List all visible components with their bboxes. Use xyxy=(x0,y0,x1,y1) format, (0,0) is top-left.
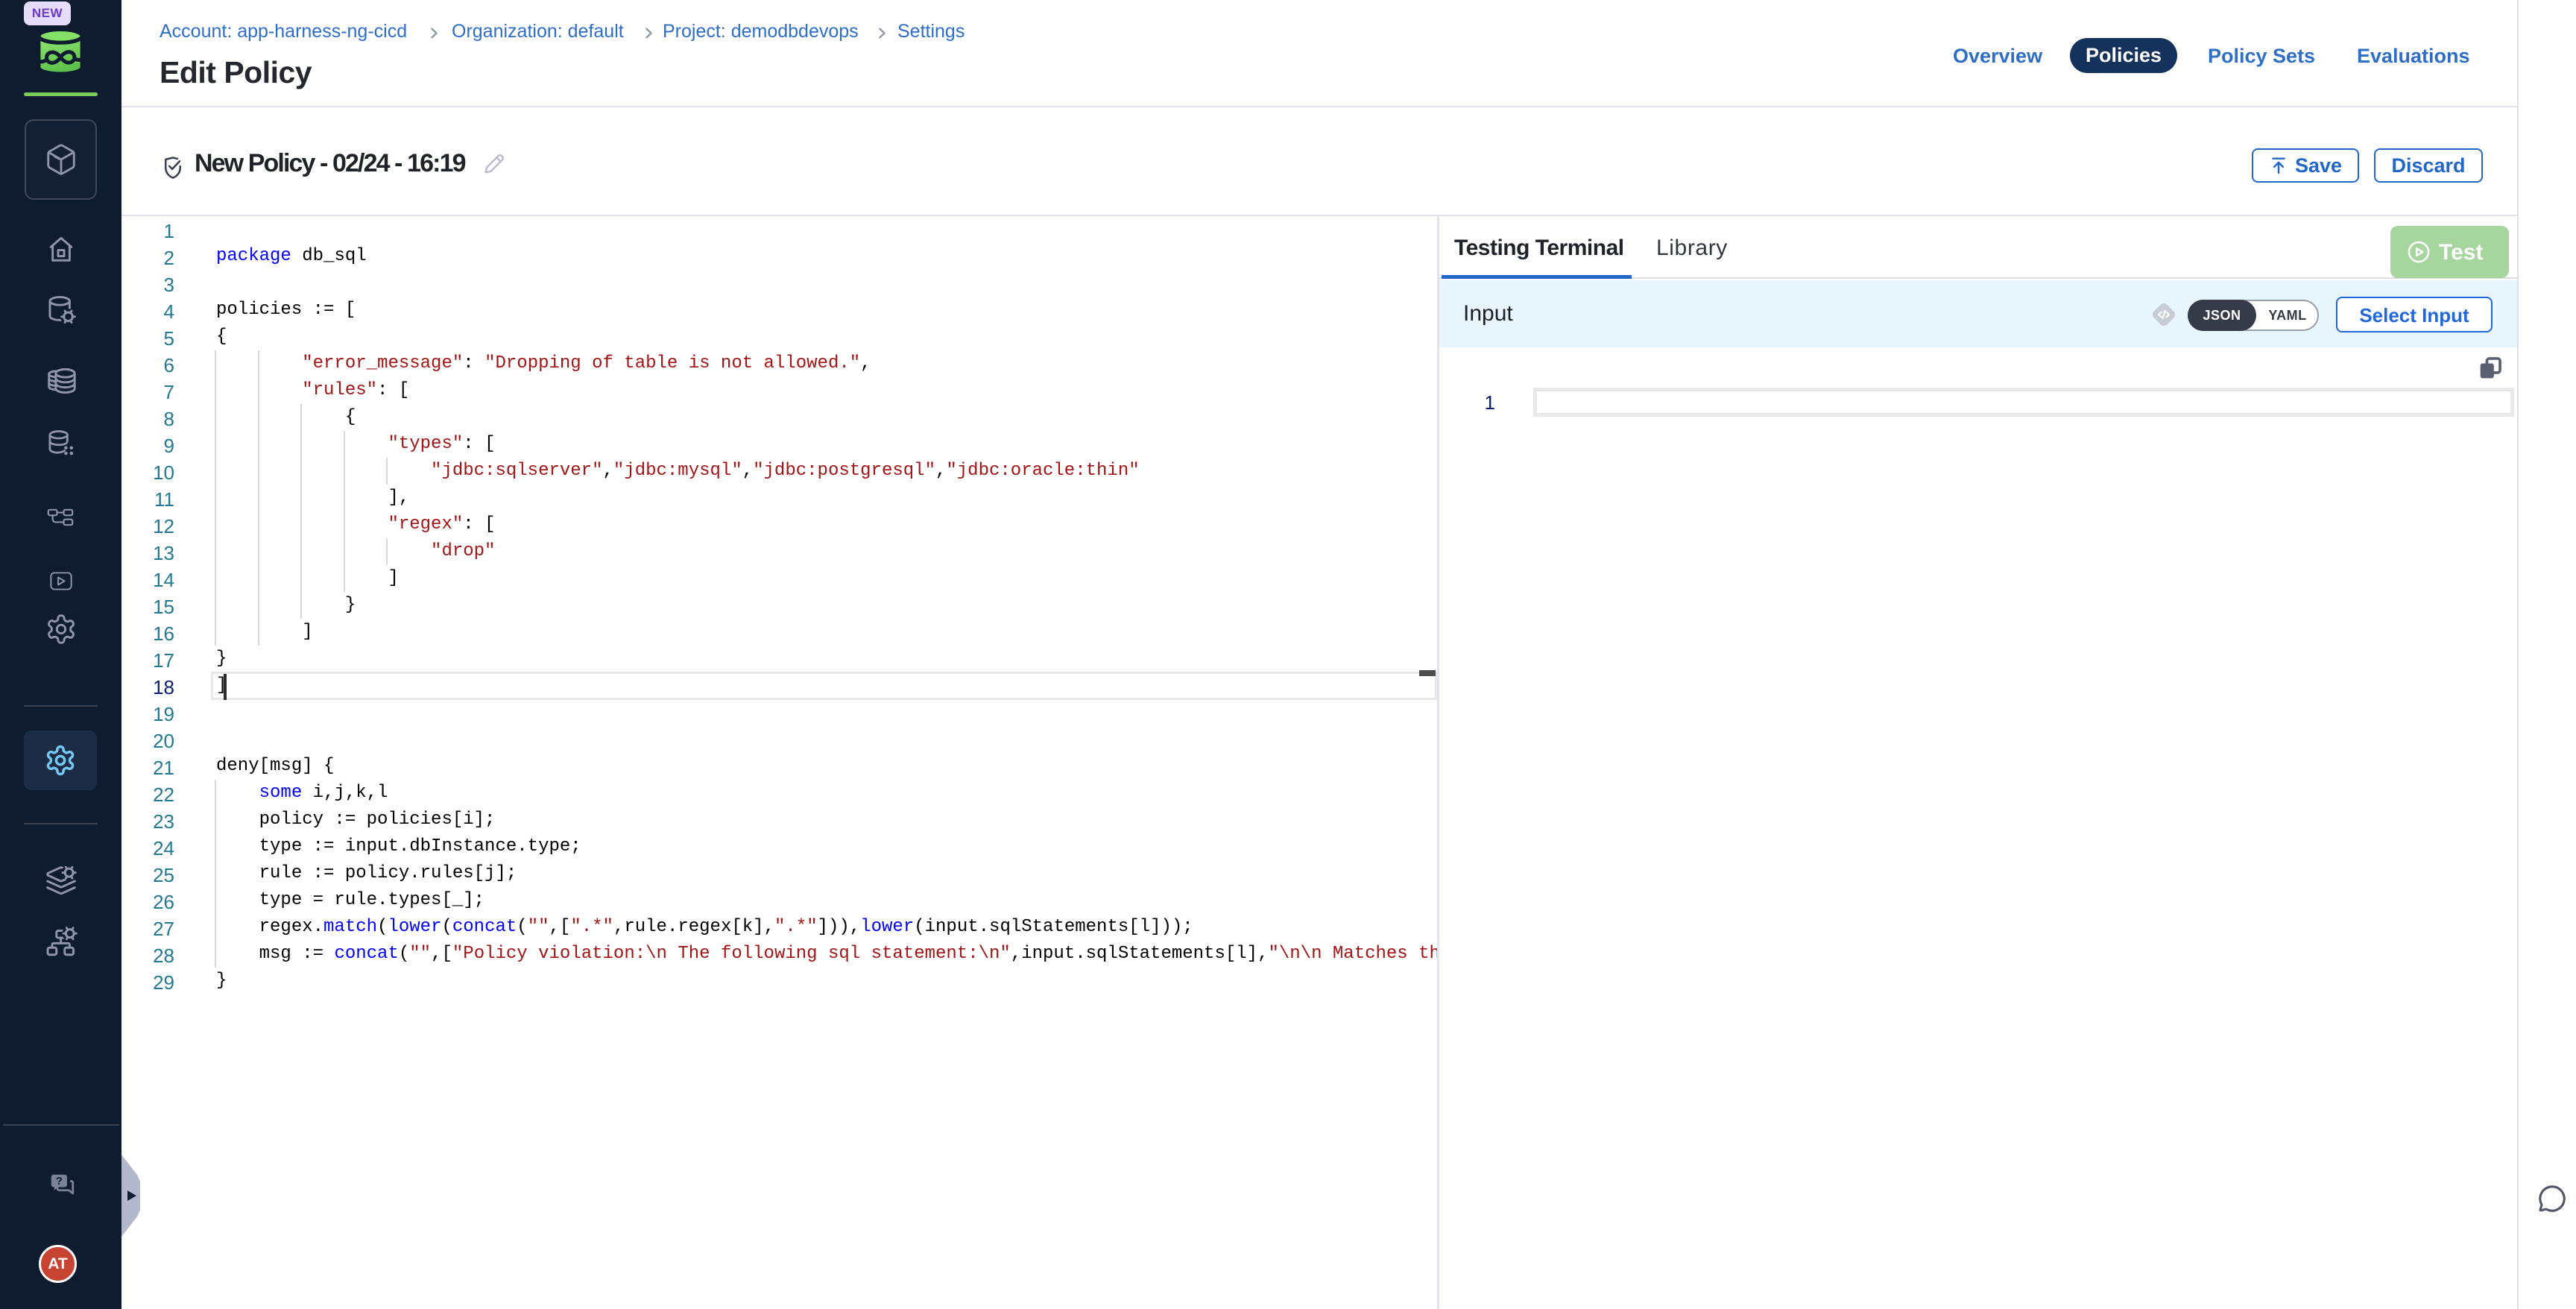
svg-text:?: ? xyxy=(56,1175,63,1187)
